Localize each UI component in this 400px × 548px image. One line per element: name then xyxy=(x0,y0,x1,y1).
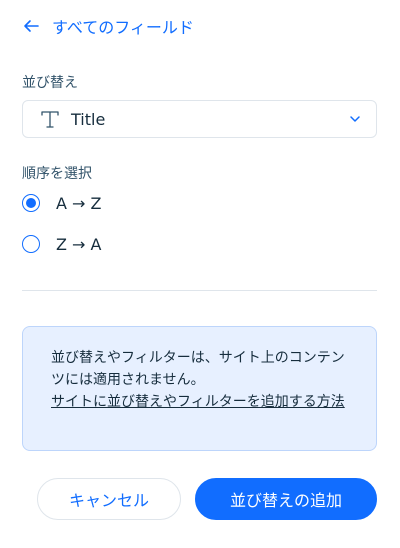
radio-option-a-to-z[interactable]: A → Z xyxy=(22,191,101,215)
text-type-icon xyxy=(39,108,61,130)
info-notice: 並び替えやフィルターは、サイト上のコンテンツには適用されません。 サイトに並び替… xyxy=(22,326,377,451)
cancel-button[interactable]: キャンセル xyxy=(37,478,181,520)
add-sort-button[interactable]: 並び替えの追加 xyxy=(195,478,377,520)
radio-label-a-to-z: A → Z xyxy=(56,193,102,213)
radio-label-z-to-a: Z → A xyxy=(56,234,102,254)
radio-selected-dot xyxy=(26,198,36,208)
back-to-all-fields-link[interactable]: すべてのフィールド xyxy=(22,12,194,40)
radio-button-selected[interactable] xyxy=(22,194,40,212)
back-link-label: すべてのフィールド xyxy=(52,18,194,37)
order-section-label: 順序を選択 xyxy=(22,166,92,182)
sort-panel: すべてのフィールド 並び替え Title 順序を選択 A → Z Z → A 並… xyxy=(0,0,400,548)
sort-section-label: 並び替え xyxy=(22,75,78,91)
sort-field-dropdown[interactable]: Title xyxy=(22,100,377,138)
radio-option-z-to-a[interactable]: Z → A xyxy=(22,232,101,256)
radio-button-unselected[interactable] xyxy=(22,235,40,253)
divider xyxy=(22,290,377,291)
info-notice-text: 並び替えやフィルターは、サイト上のコンテンツには適用されません。 xyxy=(51,350,345,388)
arrow-left-icon xyxy=(22,17,40,35)
info-help-link[interactable]: サイトに並び替えやフィルターを追加する方法 xyxy=(51,391,348,413)
chevron-down-icon xyxy=(348,112,362,126)
sort-field-value: Title xyxy=(71,109,106,129)
